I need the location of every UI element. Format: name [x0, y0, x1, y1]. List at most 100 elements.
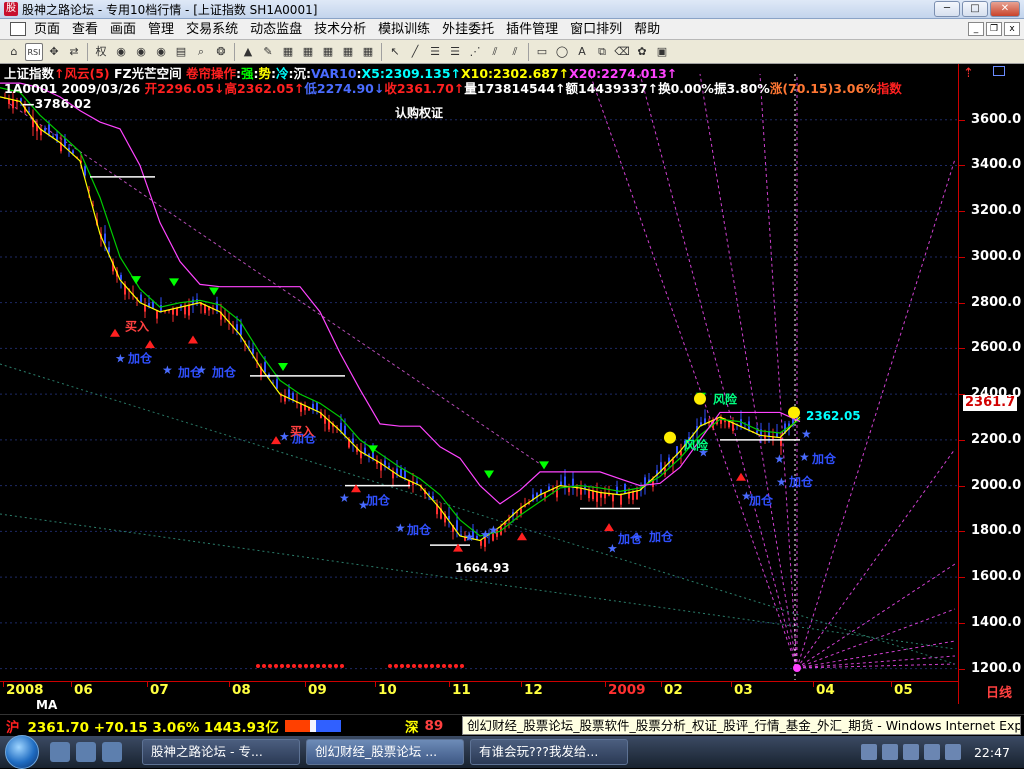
y-tick-mark — [959, 485, 965, 487]
candle-body — [612, 493, 614, 502]
chart-area[interactable]: ★ ★ ★ ★ ★ ★ ★ ★ ★ ★ ★ ★ ★ ★ ★ ★ ★ ★ 加仓 加仓 加仓 加仓 加仓 加仓 加仓 加仓 加仓 加仓 加仓… — [0, 64, 1024, 714]
sz-market-value: 89 — [424, 717, 444, 734]
fan-line — [796, 663, 956, 669]
menu-item-2[interactable]: 画面 — [104, 19, 142, 40]
y-tick-mark — [959, 577, 965, 579]
x-tick-label: 2009 — [608, 682, 646, 698]
maximize-button[interactable]: □ — [962, 1, 988, 17]
layout-icon[interactable] — [993, 66, 1005, 76]
up-arrow-icon[interactable]: ⇡ — [963, 66, 974, 81]
save-icon[interactable]: ▣ — [653, 43, 671, 61]
tool-icon[interactable]: ◉ — [132, 43, 150, 61]
taskbar-task[interactable]: 有谁会玩???我发给... — [470, 739, 628, 765]
eraser-icon[interactable]: ⌫ — [613, 43, 631, 61]
bottom-marker — [262, 664, 266, 668]
menu-item-0[interactable]: 页面 — [28, 19, 66, 40]
line2-segment: 换0.00% — [658, 81, 714, 96]
clock[interactable]: 22:47 — [974, 745, 1010, 760]
menu-item-8[interactable]: 外挂委托 — [436, 19, 500, 40]
x-tick-mark — [147, 682, 148, 687]
grid-icon[interactable]: ▦ — [339, 43, 357, 61]
bars-icon[interactable]: ☰ — [446, 43, 464, 61]
mdi-restore-button[interactable]: ❐ — [986, 22, 1002, 36]
ie-icon[interactable] — [102, 742, 122, 762]
tray-icon-c[interactable] — [902, 744, 919, 760]
taskbar-task[interactable]: 创幻财经_股票论坛 ... — [306, 739, 464, 765]
bottom-marker — [316, 664, 320, 668]
add-star-icon: ★ — [774, 452, 785, 466]
tool-icon[interactable]: ◉ — [112, 43, 130, 61]
cursor-icon[interactable]: ↖ — [386, 43, 404, 61]
ellipse-icon[interactable]: ◯ — [553, 43, 571, 61]
bottom-marker — [424, 664, 428, 668]
menu-item-9[interactable]: 插件管理 — [500, 19, 564, 40]
line2-segment: 指数 — [876, 81, 902, 96]
tray-icon-b[interactable] — [881, 744, 898, 760]
palette-icon[interactable]: ✿ — [633, 43, 651, 61]
signal-label-add: 加仓 — [811, 451, 837, 466]
home-icon[interactable]: ⌂ — [5, 43, 23, 61]
swap-icon[interactable]: ⇄ — [65, 43, 83, 61]
show-desktop-icon[interactable] — [50, 742, 70, 762]
weight-icon[interactable]: 权 — [92, 43, 110, 61]
menu-item-1[interactable]: 查看 — [66, 19, 104, 40]
close-button[interactable]: ✕ — [990, 1, 1020, 17]
window-titlebar[interactable]: 股 股神之路论坛 - 专用10档行情 - [上证指数 SH1A0001] ─ □… — [0, 0, 1024, 19]
tray-icon-a[interactable] — [860, 744, 877, 760]
candle-body — [396, 468, 398, 474]
indicator-icon[interactable]: ❂ — [212, 43, 230, 61]
y-tick-label: 2400.0 — [971, 386, 1022, 402]
alert-icon[interactable]: ▲ — [239, 43, 257, 61]
y-tick-mark — [959, 302, 965, 304]
candle-body — [404, 470, 406, 479]
volume-icon[interactable] — [944, 744, 961, 760]
pen-icon[interactable]: ✎ — [259, 43, 277, 61]
book-icon[interactable]: ▤ — [172, 43, 190, 61]
indicator-tab-ma[interactable]: MA — [36, 698, 57, 712]
rsi-icon[interactable]: RSI — [25, 42, 43, 61]
start-button[interactable] — [0, 735, 44, 769]
menu-item-4[interactable]: 交易系统 — [180, 19, 244, 40]
line-icon[interactable]: ╱ — [406, 43, 424, 61]
minimize-button[interactable]: ─ — [934, 1, 960, 17]
fan-icon[interactable]: ⋰ — [466, 43, 484, 61]
move-icon[interactable]: ✥ — [45, 43, 63, 61]
period-label[interactable]: 日线 — [986, 682, 1012, 701]
line2-segment: 振3.80% — [713, 81, 770, 96]
window-title: 股神之路论坛 - 专用10档行情 - [上证指数 SH1A0001] — [22, 2, 318, 17]
search-icon[interactable]: ⌕ — [192, 43, 210, 61]
buy-arrow-icon — [110, 328, 120, 337]
mdi-close-button[interactable]: x — [1004, 22, 1020, 36]
x-tick-label: 07 — [150, 682, 169, 698]
mdi-minimize-button[interactable]: _ — [968, 22, 984, 36]
taskbar-task[interactable]: 股神之路论坛 - 专... — [142, 739, 300, 765]
rect-icon[interactable]: ▭ — [533, 43, 551, 61]
candle-body — [160, 305, 162, 312]
grid-icon[interactable]: ▦ — [359, 43, 377, 61]
tool-icon[interactable]: ◉ — [152, 43, 170, 61]
copy-icon[interactable]: ⧉ — [593, 43, 611, 61]
grid-icon[interactable]: ▦ — [279, 43, 297, 61]
folder-icon[interactable] — [76, 742, 96, 762]
bars-icon[interactable]: ☰ — [426, 43, 444, 61]
menu-item-3[interactable]: 管理 — [142, 19, 180, 40]
add-star-icon: ★ — [162, 363, 173, 377]
candle-body — [140, 294, 142, 303]
bottom-marker — [448, 664, 452, 668]
fork-icon[interactable]: ⫽ — [506, 43, 524, 61]
buy-arrow-icon — [145, 340, 155, 349]
grid-icon[interactable]: ▦ — [319, 43, 337, 61]
y-tick-label: 2800.0 — [971, 294, 1022, 310]
fork-icon[interactable]: ⫽ — [486, 43, 504, 61]
menu-item-11[interactable]: 帮助 — [628, 19, 666, 40]
grid-icon[interactable]: ▦ — [299, 43, 317, 61]
bottom-marker — [328, 664, 332, 668]
sell-arrow-icon — [169, 278, 179, 287]
menu-item-6[interactable]: 技术分析 — [308, 19, 372, 40]
menu-item-7[interactable]: 模拟训练 — [372, 19, 436, 40]
text-icon[interactable]: A — [573, 43, 591, 61]
menu-item-5[interactable]: 动态监盘 — [244, 19, 308, 40]
network-icon[interactable] — [923, 744, 940, 760]
menu-item-10[interactable]: 窗口排列 — [564, 19, 628, 40]
risk-face-icon — [788, 406, 800, 419]
